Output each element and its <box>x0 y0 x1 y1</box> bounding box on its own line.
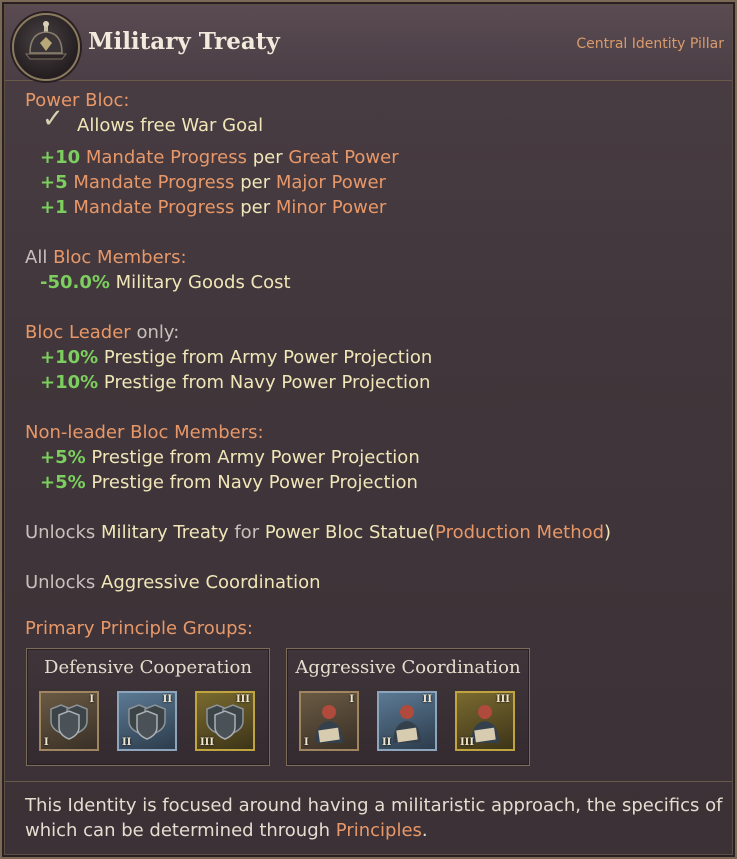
all-members-heading: All Bloc Members: <box>25 245 725 270</box>
free-war-goal-line: ✓ Allows free War Goal <box>25 106 725 138</box>
mandate-target: Great Power <box>288 147 399 168</box>
shields-icon[interactable]: III III <box>195 691 255 751</box>
effect-text: Military Goods Cost <box>115 272 291 293</box>
mandate-target: Major Power <box>275 172 386 193</box>
tier-numeral: I <box>44 737 49 748</box>
footer-period: . <box>421 820 428 841</box>
tier-numeral: I <box>89 694 94 705</box>
bloc-leader-label: Bloc Leader <box>25 322 131 343</box>
close-paren: ) <box>604 522 612 543</box>
pillar-type-label: Central Identity Pillar <box>576 36 724 52</box>
tooltip-header: Military Treaty Central Identity Pillar <box>5 5 732 81</box>
mandate-line: +5 Mandate Progress per Major Power <box>25 170 725 195</box>
production-method-link[interactable]: Production Method <box>435 522 604 543</box>
effect-value: +10% <box>40 372 99 393</box>
mandate-per: per <box>240 197 271 218</box>
mandate-metric: Mandate Progress <box>73 197 235 218</box>
military-goods-effect: -50.0% Military Goods Cost <box>25 270 725 295</box>
unlock-production-method: Unlocks Military Treaty for Power Bloc S… <box>25 520 725 545</box>
effect-value: +10% <box>40 347 99 368</box>
mandate-value: +10 <box>40 147 81 168</box>
non-leader-effect: +5% Prestige from Navy Power Projection <box>25 470 725 495</box>
checkmark-icon: ✓ <box>42 104 64 134</box>
mandate-metric: Mandate Progress <box>85 147 247 168</box>
tier-numeral: II <box>382 737 392 748</box>
principle-group-defensive[interactable]: Defensive Cooperation I I II II III III <box>26 648 270 766</box>
tier-numeral: II <box>162 694 172 705</box>
effect-text: Prestige from Navy Power Projection <box>91 472 418 493</box>
mandate-value: +1 <box>40 197 68 218</box>
mandate-per: per <box>240 172 271 193</box>
unlock-principle: Unlocks Aggressive Coordination <box>25 570 725 595</box>
open-paren: ( <box>428 522 436 543</box>
unlocked-principle[interactable]: Aggressive Coordination <box>101 572 320 593</box>
bloc-leader-suffix: only: <box>136 322 180 343</box>
footer-divider <box>5 781 732 782</box>
leader-effect: +10% Prestige from Navy Power Projection <box>25 370 725 395</box>
unlocked-item[interactable]: Military Treaty <box>101 522 229 543</box>
tier-numeral: I <box>349 694 354 705</box>
officer-with-document-icon[interactable]: I I <box>299 691 359 751</box>
principles-link[interactable]: Principles <box>336 820 422 841</box>
tooltip-footer: This Identity is focused around having a… <box>25 793 725 843</box>
effect-value: +5% <box>40 447 86 468</box>
tier-numeral: III <box>460 737 475 748</box>
effect-value: +5% <box>40 472 86 493</box>
effect-text: Prestige from Army Power Projection <box>91 447 420 468</box>
power-bloc-heading: Power Bloc: <box>25 90 130 111</box>
effect-value: -50.0% <box>40 272 110 293</box>
non-leader-effect: +5% Prestige from Army Power Projection <box>25 445 725 470</box>
officer-with-document-icon[interactable]: III III <box>455 691 515 751</box>
tier-numeral: II <box>122 737 132 748</box>
unlocks-prefix: Unlocks <box>25 572 96 593</box>
tooltip-title: Military Treaty <box>88 28 280 55</box>
tier-numeral: II <box>422 694 432 705</box>
shields-icon[interactable]: II II <box>117 691 177 751</box>
pickelhaube-helmet-icon <box>12 13 80 81</box>
for-word: for <box>234 522 260 543</box>
building-name[interactable]: Power Bloc Statue <box>265 522 428 543</box>
tooltip-panel: Military Treaty Central Identity Pillar … <box>0 0 737 859</box>
principle-group-title: Aggressive Coordination <box>295 657 521 678</box>
all-prefix: All <box>25 247 48 268</box>
free-war-goal-text: Allows free War Goal <box>77 115 264 136</box>
shields-icon[interactable]: I I <box>39 691 99 751</box>
tier-numeral: III <box>200 737 215 748</box>
mandate-per: per <box>252 147 283 168</box>
leader-effect: +10% Prestige from Army Power Projection <box>25 345 725 370</box>
tier-numeral: III <box>495 694 510 705</box>
non-leader-heading: Non-leader Bloc Members: <box>25 422 264 443</box>
bloc-leader-heading: Bloc Leader only: <box>25 320 725 345</box>
tooltip-body: Power Bloc: ✓ Allows free War Goal +10 M… <box>25 88 725 641</box>
bloc-members-label: Bloc Members: <box>53 247 187 268</box>
principle-group-title: Defensive Cooperation <box>44 657 252 678</box>
tier-numeral: I <box>304 737 309 748</box>
officer-with-document-icon[interactable]: II II <box>377 691 437 751</box>
unlocks-prefix: Unlocks <box>25 522 96 543</box>
principle-groups-heading: Primary Principle Groups: <box>25 618 253 639</box>
mandate-metric: Mandate Progress <box>73 172 235 193</box>
mandate-line: +10 Mandate Progress per Great Power <box>25 145 725 170</box>
principle-group-aggressive[interactable]: Aggressive Coordination I I II II III II… <box>286 648 530 766</box>
tier-numeral: III <box>235 694 250 705</box>
mandate-line: +1 Mandate Progress per Minor Power <box>25 195 725 220</box>
effect-text: Prestige from Army Power Projection <box>103 347 433 368</box>
effect-text: Prestige from Navy Power Projection <box>103 372 431 393</box>
mandate-target: Minor Power <box>275 197 387 218</box>
mandate-value: +5 <box>40 172 68 193</box>
